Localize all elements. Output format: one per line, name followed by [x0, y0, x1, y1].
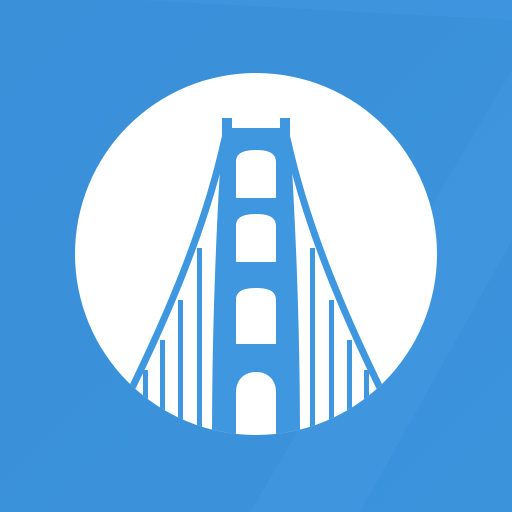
white-disc	[75, 73, 437, 435]
golden-gate-bridge-icon	[0, 0, 512, 512]
app-icon	[0, 0, 512, 512]
